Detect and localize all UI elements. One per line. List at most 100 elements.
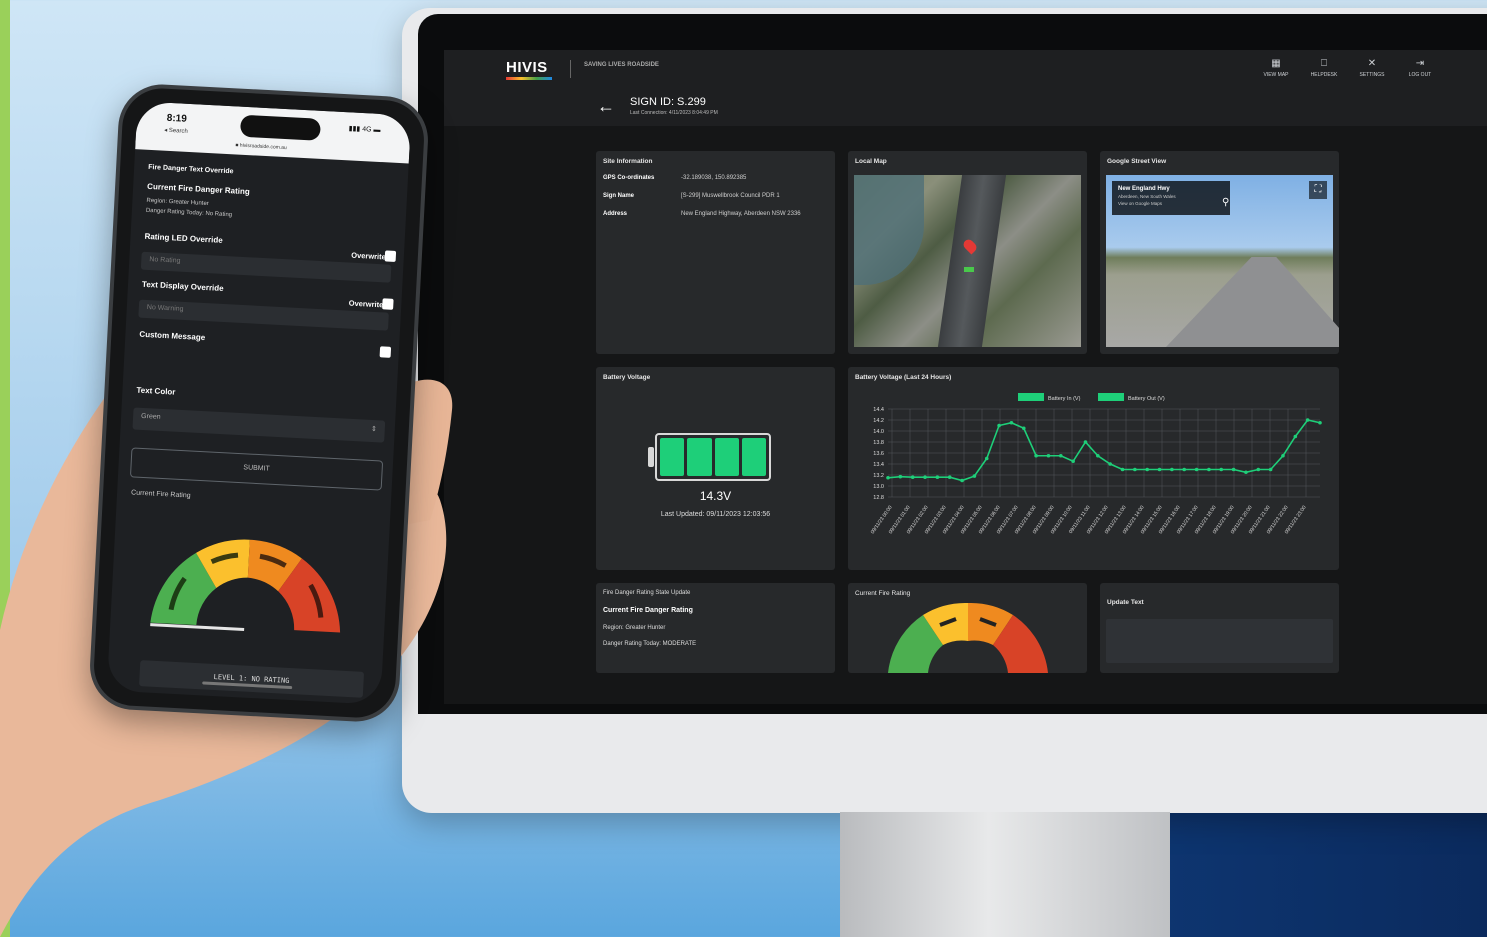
data-point (1083, 440, 1088, 444)
site-info-title: Site Information (603, 158, 653, 165)
view-on-maps-link[interactable]: View on Google Maps (1118, 201, 1230, 206)
helpdesk-icon: ⎕ (1321, 58, 1327, 69)
nav-label: SETTINGS (1359, 72, 1385, 78)
update-text-title: Update Text (1107, 599, 1144, 606)
y-tick-label: 13.2 (873, 473, 884, 479)
fullscreen-icon[interactable]: ⛶ (1309, 181, 1327, 199)
phone-back-link[interactable]: ◂ Search (164, 127, 188, 135)
voltage-chart: Battery In (V) Battery Out (V) 14.4 14.2 14.… (870, 393, 1322, 535)
data-point (898, 474, 903, 479)
text-color-select[interactable]: Green ⇕ (132, 407, 386, 443)
battery-last-updated: Last Updated: 09/11/2023 12:03:56 (660, 511, 771, 518)
gps-row: GPS Co-ordinates -32.189038, 150.892385 (603, 175, 747, 181)
data-point (886, 475, 890, 480)
text-display-label: Text Display Override (141, 279, 224, 293)
nav-item-log-out[interactable]: ⇥ LOG OUT (1405, 58, 1435, 78)
legend-swatch (1018, 393, 1044, 401)
text-display-checkbox[interactable] (382, 298, 394, 310)
data-point (1059, 453, 1063, 458)
update-text-card: Update Text (1100, 583, 1339, 673)
data-point (1133, 467, 1137, 472)
current-rating-label: Current Fire Danger Rating (146, 181, 250, 197)
logout-icon: ⇥ (1415, 58, 1425, 69)
data-point (1071, 459, 1075, 464)
data-point (1182, 467, 1187, 472)
phone-danger-today: Danger Rating Today: No Rating (145, 207, 233, 219)
text-color-label: Text Color (136, 385, 176, 397)
phone: 8:19 ◂ Search ▮▮▮ 4G ▬ ■ hivisroadside.c… (87, 82, 431, 724)
data-point (1046, 453, 1051, 458)
map-sign-marker (964, 267, 974, 272)
y-tick-label: 13.8 (873, 440, 884, 446)
monitor-stand (840, 812, 1170, 937)
battery-voltage-value: 14.3V (699, 489, 732, 503)
custom-message-label: Custom Message (139, 329, 206, 343)
nav-item-settings[interactable]: ✕ SETTINGS (1357, 58, 1387, 78)
battery-cell (714, 438, 739, 476)
logo-divider (570, 60, 571, 78)
back-arrow-icon[interactable]: ← (597, 97, 615, 115)
partner-logo: SAVING LIVES ROADSIDE (584, 62, 659, 68)
nav-item-helpdesk[interactable]: ⎕ HELPDESK (1309, 58, 1339, 78)
map-water (854, 175, 924, 285)
overwrite-label: Overwrite (351, 250, 387, 262)
battery-title: Battery Voltage (603, 374, 651, 381)
data-point (1157, 467, 1162, 472)
phone-url[interactable]: ■ hivisroadside.com.au (235, 142, 287, 151)
map-icon: ▦ (1271, 58, 1281, 69)
battery-cell (741, 438, 766, 476)
satellite-map[interactable] (854, 175, 1081, 347)
hivis-logo[interactable]: HIVIS (506, 59, 548, 76)
current-fire-card: Current Fire Rating (848, 583, 1087, 673)
y-tick-label: 13.6 (873, 451, 884, 457)
sign-id-title: SIGN ID: S.299 (630, 96, 706, 108)
fire-state-card: Fire Danger Rating State Update Current … (596, 583, 835, 673)
data-point (960, 478, 964, 483)
nav-item-view-map[interactable]: ▦ VIEW MAP (1261, 58, 1291, 78)
dashboard-screen: HIVIS SAVING LIVES ROADSIDE ▦ VIEW MAP ⎕ HE… (444, 50, 1487, 704)
last-connection: Last Connection: 4/11/2023 8:04:49 PM (630, 110, 718, 116)
custom-message-checkbox[interactable] (379, 346, 392, 358)
y-tick-label: 14.2 (873, 418, 884, 424)
legend-swatch (1098, 393, 1124, 401)
data-point (1194, 467, 1199, 472)
fire-state-heading: Current Fire Danger Rating (603, 607, 693, 614)
street-sub: Aberdeen, New South Wales (1118, 194, 1176, 199)
data-point (1170, 467, 1174, 472)
fire-today: Danger Rating Today: MODERATE (603, 641, 697, 647)
data-point (1096, 453, 1100, 458)
legend-label: Battery Out (V) (1128, 396, 1165, 402)
data-point (972, 474, 977, 478)
street-road (1166, 257, 1339, 347)
submit-button[interactable]: SUBMIT (129, 447, 384, 491)
phone-screen: 8:19 ◂ Search ▮▮▮ 4G ▬ ■ hivisroadside.c… (106, 101, 412, 705)
rating-led-label: Rating LED Override (144, 231, 223, 245)
data-point (997, 423, 1001, 428)
battery-card: Battery Voltage 14.3V Last Updated: 09/1… (596, 367, 835, 570)
settings-icon: ✕ (1367, 58, 1377, 69)
y-tick-label: 13.0 (873, 484, 884, 490)
y-tick-label: 14.0 (873, 429, 884, 435)
data-point (1034, 453, 1038, 458)
rating-led-checkbox[interactable] (384, 250, 397, 262)
data-point (923, 475, 927, 479)
signal-icon: ▮▮▮ 4G ▬ (348, 125, 381, 134)
top-nav: ▦ VIEW MAP ⎕ HELPDESK ✕ SETTINGS ⇥ LOG OUT (1261, 58, 1435, 78)
phone-time: 8:19 (166, 112, 188, 125)
fire-gauge (888, 602, 1048, 673)
y-tick-label: 14.4 (873, 407, 884, 413)
data-point (1145, 467, 1149, 472)
street-view-image[interactable]: New England Hwy Aberdeen, New South Wale… (1106, 175, 1339, 347)
data-point (1256, 467, 1261, 472)
data-point (1120, 467, 1125, 472)
update-text-input[interactable] (1106, 619, 1333, 663)
site-info-card: Site Information GPS Co-ordinates -32.189… (596, 151, 835, 354)
data-point (1231, 467, 1236, 472)
local-map-title: Local Map (855, 158, 887, 165)
sign-name-row: Sign Name [S-299] Muswellbrook Council PD… (603, 193, 780, 199)
location-pin-icon: ⚲ (1222, 197, 1230, 208)
data-point (1305, 418, 1310, 422)
chevron-down-icon: ⇕ (370, 425, 377, 434)
map-highway (937, 175, 1007, 347)
level-rating-button[interactable]: LEVEL 1: NO RATING (139, 660, 365, 698)
